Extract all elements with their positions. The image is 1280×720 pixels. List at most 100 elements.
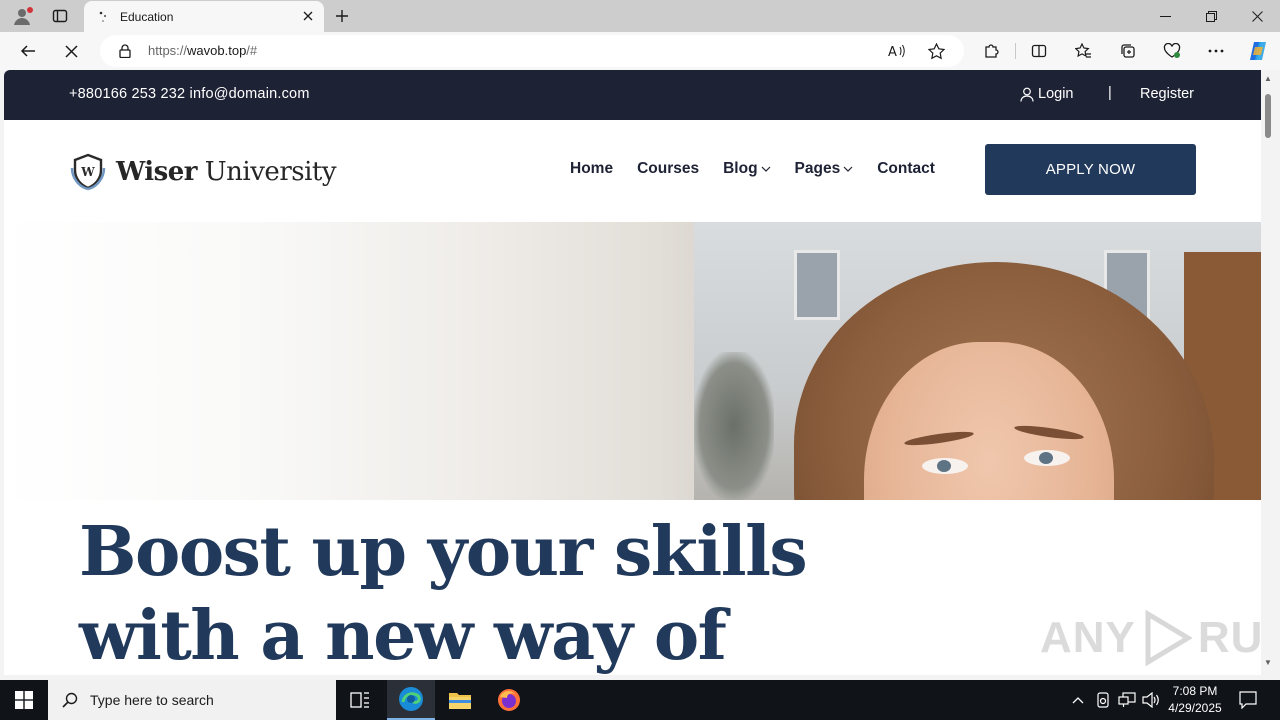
lock-icon [119,44,131,58]
stop-loading-button[interactable] [57,37,85,65]
task-view-button[interactable] [336,680,384,720]
taskbar-search-box[interactable]: Type here to search [48,680,336,720]
site-navbar: W Wiser University Home Courses Blog Pag… [4,120,1261,222]
read-aloud-icon[interactable]: A [888,43,906,59]
browser-tabstrip: Education [0,0,1280,32]
tab-close-button[interactable] [300,8,316,24]
collections-button[interactable] [1114,37,1142,65]
address-bar[interactable]: https://wavob.top/# A [100,35,964,67]
nav-pages-label: Pages [794,160,841,177]
logo-text-rest: University [204,157,337,187]
edge-browser-icon [399,687,423,711]
tray-show-hidden-icon[interactable] [1068,690,1088,710]
nav-home[interactable]: Home [570,160,613,178]
chevron-down-icon [761,166,770,172]
browser-toolbar: https://wavob.top/# A [0,32,1280,70]
main-nav: Home Courses Blog Pages Contact [570,160,935,178]
settings-more-button[interactable] [1202,37,1230,65]
split-screen-button[interactable] [1025,37,1053,65]
heart-pulse-icon [1163,43,1181,58]
favorite-star-icon[interactable] [928,43,945,60]
hero-headline: Boost up your skills with a new way of [79,510,808,675]
tray-network-icon[interactable] [1117,690,1137,710]
site-topbar: +880166 253 232 info@domain.com Login | … [4,70,1261,120]
plus-icon [336,10,348,22]
more-horizontal-icon [1208,49,1224,53]
login-link[interactable]: Login [1020,86,1073,102]
toolbar-separator [1015,43,1016,59]
favorites-button[interactable] [1069,37,1097,65]
search-icon [62,692,78,708]
topbar-separator: | [1108,85,1112,101]
nav-contact[interactable]: Contact [877,160,935,178]
firefox-icon [498,689,520,711]
hero-headline-line-1: Boost up your skills [79,512,808,592]
scroll-up-arrow-icon[interactable]: ▲ [1264,74,1272,83]
minimize-icon [1159,15,1171,17]
watermark-left: ANY [1040,613,1136,662]
url-text[interactable]: https://wavob.top/# [148,43,257,58]
contact-info: +880166 253 232 info@domain.com [69,86,310,102]
scroll-thumb[interactable] [1265,94,1271,138]
favorites-icon [1074,43,1091,58]
site-logo[interactable]: W Wiser University [68,152,337,192]
new-tab-button[interactable] [330,4,354,28]
nav-blog[interactable]: Blog [723,160,770,178]
login-label: Login [1038,86,1074,102]
copilot-icon [1250,42,1266,60]
close-window-button[interactable] [1234,0,1280,32]
tab-actions-button[interactable] [46,4,74,28]
chevron-down-icon [843,166,853,172]
browser-essentials-button[interactable] [1158,37,1186,65]
page-scrollbar[interactable]: ▲ ▼ [1261,70,1276,675]
url-host: wavob.top [187,43,247,58]
logo-text: Wiser University [116,157,337,187]
scroll-down-arrow-icon[interactable]: ▼ [1264,658,1272,667]
tray-device-icon[interactable] [1093,690,1113,710]
taskbar-firefox-button[interactable] [485,680,533,720]
task-view-icon [350,692,369,708]
close-icon [1251,10,1263,22]
copilot-button[interactable] [1244,37,1272,65]
register-link[interactable]: Register [1140,86,1194,102]
logo-badge-letter: W [80,165,95,179]
restore-button[interactable] [1188,0,1234,32]
eye [922,458,968,474]
notification-center-button[interactable] [1238,690,1258,710]
university-shield-icon: W [70,153,106,191]
minimize-button[interactable] [1142,0,1188,32]
logo-text-bold: Wiser [116,157,198,187]
network-icon [1118,692,1136,707]
taskbar-edge-button[interactable] [387,680,435,720]
url-prefix: https:// [148,43,188,58]
notification-dot [27,7,33,13]
start-button[interactable] [0,680,48,720]
restore-icon [1205,10,1217,22]
notification-icon [1239,691,1257,709]
eyebrow [903,429,975,448]
nav-courses[interactable]: Courses [637,160,699,178]
user-icon [1020,87,1034,102]
eye [1024,450,1070,466]
nav-pages[interactable]: Pages [795,160,854,178]
extensions-button[interactable] [977,37,1005,65]
svg-text:A: A [888,45,897,59]
clock-date: 4/29/2025 [1168,701,1222,715]
tray-volume-icon[interactable] [1141,690,1161,710]
close-icon [64,44,78,58]
arrow-left-icon [20,45,35,57]
tab-education[interactable]: Education [84,1,324,32]
apply-now-button[interactable]: APPLY NOW [985,144,1196,195]
back-button[interactable] [14,37,42,65]
taskbar-clock[interactable]: 7:08 PM 4/29/2025 [1160,683,1230,717]
puzzle-icon [985,44,999,58]
iris [937,460,951,472]
hero-tree [694,352,774,500]
split-screen-icon [1031,44,1047,58]
taskbar-file-explorer-button[interactable] [436,680,484,720]
speaker-icon [1142,692,1159,708]
profile-button[interactable] [8,4,36,28]
search-placeholder: Type here to search [90,692,214,708]
hero-window [794,250,840,320]
windows-logo-icon [15,691,33,709]
